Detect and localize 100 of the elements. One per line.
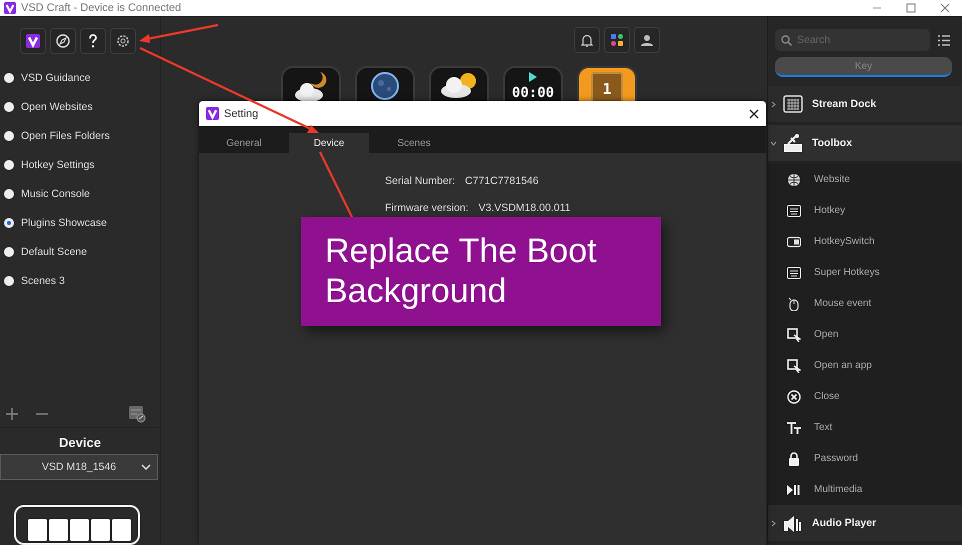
scene-label: Open Websites (21, 100, 93, 112)
compass-button[interactable] (50, 28, 76, 54)
device-key (28, 519, 47, 541)
dialog-title: Setting (224, 108, 258, 120)
user-icon (641, 34, 653, 46)
app-logo-icon (26, 34, 40, 48)
action-item[interactable]: Open an app (768, 350, 962, 381)
scene-label: Plugins Showcase (21, 216, 107, 228)
radio-button[interactable] (4, 160, 14, 170)
account-button[interactable] (634, 27, 660, 53)
radio-button[interactable] (4, 276, 14, 286)
callout-banner: Replace The Boot Background (301, 217, 661, 326)
mouse-icon (787, 296, 801, 310)
category-label: Audio Player (812, 517, 876, 529)
device-key (91, 519, 110, 541)
play-pause-icon (787, 482, 801, 496)
action-item[interactable]: Text (768, 412, 962, 443)
device-value: VSD M18_1546 (42, 461, 116, 473)
speaker-icon (783, 513, 803, 533)
globe-icon (787, 172, 801, 186)
keyboard-icon (787, 266, 801, 280)
category-row[interactable]: Stream Dock (768, 86, 962, 125)
radio-button[interactable] (4, 102, 14, 112)
app-logo-icon (206, 107, 219, 120)
settings-tab[interactable]: Device (289, 133, 369, 153)
scene-label: Scenes 3 (21, 274, 65, 286)
cloud-sun-icon (440, 72, 478, 99)
action-item[interactable]: Open (768, 319, 962, 350)
scene-item[interactable]: Music Console (0, 179, 160, 208)
lock-icon (787, 452, 801, 466)
device-key (70, 519, 89, 541)
key-label: 00:00 (510, 85, 556, 101)
window-cursor-icon (787, 358, 801, 372)
field-value: V3.VSDM18.00.011 (478, 202, 570, 214)
scene-item[interactable]: Scenes 3 (0, 266, 160, 295)
action-item[interactable]: Password (768, 443, 962, 474)
maximize-icon[interactable] (906, 3, 916, 13)
category-row[interactable]: Audio Player (768, 505, 962, 544)
scene-label: Music Console (21, 188, 90, 200)
field-label: Firmware version: (385, 202, 468, 214)
window-cursor-icon (787, 328, 801, 342)
grid-icon (783, 94, 803, 114)
search-icon (781, 35, 792, 46)
help-button[interactable] (80, 28, 106, 54)
radio-button[interactable] (4, 130, 14, 140)
radio-button[interactable] (4, 188, 14, 198)
action-item[interactable]: Close (768, 381, 962, 412)
chevron-down-icon (141, 464, 151, 470)
list-icon[interactable] (938, 34, 950, 46)
radio-button[interactable] (4, 218, 14, 228)
bell-icon (581, 34, 593, 46)
storage-icon[interactable] (128, 405, 146, 423)
settings-icon (116, 34, 130, 48)
close-circle-icon (787, 390, 801, 404)
action-item[interactable]: Website (768, 164, 962, 195)
category-row[interactable]: Toolbox (768, 125, 962, 164)
action-item[interactable]: Super Hotkeys (768, 257, 962, 288)
action-item[interactable]: Hotkey (768, 195, 962, 226)
help-icon (88, 34, 98, 48)
add-icon[interactable] (6, 408, 18, 420)
device-heading: Device (58, 435, 102, 450)
toolbox-icon (783, 133, 803, 153)
scene-item[interactable]: Plugins Showcase (0, 208, 160, 237)
scene-item[interactable]: Default Scene (0, 237, 160, 266)
scene-label: Open Files Folders (21, 130, 110, 142)
field-value: C771C7781546 (465, 175, 539, 187)
radio-button[interactable] (4, 72, 14, 82)
radio-button[interactable] (4, 246, 14, 256)
settings-button[interactable] (110, 28, 136, 54)
device-dropdown[interactable]: VSD M18_1546 (0, 454, 158, 480)
keyboard-icon (787, 204, 801, 218)
settings-tab[interactable]: General (199, 133, 289, 153)
device-key (112, 519, 131, 541)
cloud-moon-icon (294, 72, 328, 102)
scene-label: Default Scene (21, 246, 87, 258)
scene-label: VSD Guidance (21, 72, 90, 84)
action-item[interactable]: HotkeySwitch (768, 226, 962, 257)
switch-icon (787, 234, 801, 248)
field-label: Serial Number: (385, 175, 456, 187)
close-icon[interactable] (749, 108, 759, 118)
logo-button[interactable] (20, 28, 46, 54)
notification-button[interactable] (574, 27, 600, 53)
scene-item[interactable]: Hotkey Settings (0, 150, 160, 179)
scene-item[interactable]: Open Files Folders (0, 121, 160, 150)
category-label: Stream Dock (812, 98, 876, 110)
apps-icon (610, 33, 624, 47)
scene-item[interactable]: VSD Guidance (0, 63, 160, 92)
action-item[interactable]: Multimedia (768, 474, 962, 505)
settings-tab[interactable]: Scenes (369, 133, 459, 153)
key-label: 1 (601, 80, 613, 98)
moon-icon (371, 72, 399, 100)
action-item[interactable]: Mouse event (768, 288, 962, 319)
compass-icon (56, 34, 70, 48)
apps-button[interactable] (604, 27, 630, 53)
scene-item[interactable]: Open Websites (0, 92, 160, 121)
text-icon (787, 420, 801, 434)
window-title: VSD Craft - Device is Connected (21, 2, 182, 14)
category-label: Toolbox (812, 137, 852, 149)
scene-label: Hotkey Settings (21, 158, 95, 170)
device-key (49, 519, 68, 541)
